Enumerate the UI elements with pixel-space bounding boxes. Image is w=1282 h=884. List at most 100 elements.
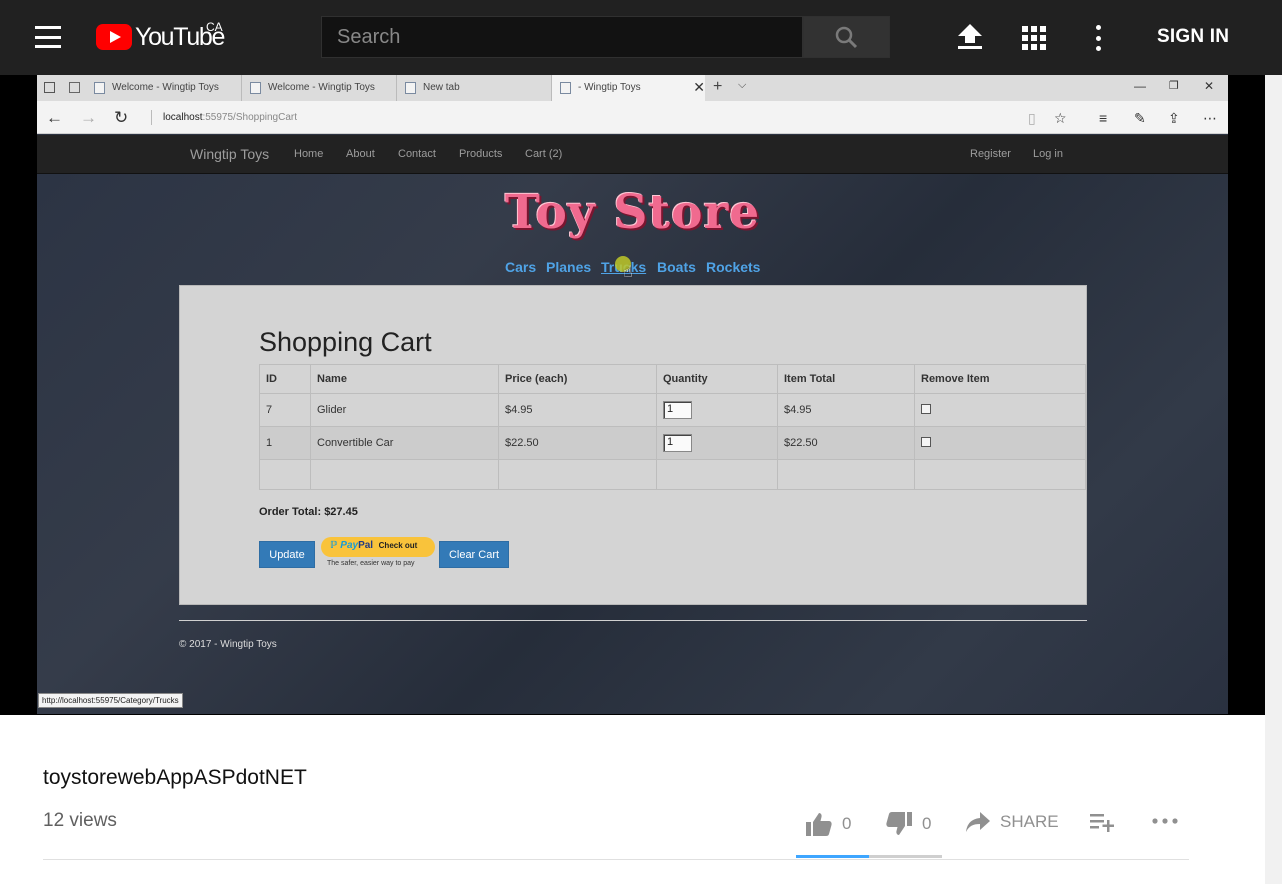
more-horiz-icon[interactable]: ⋯ [1203, 110, 1217, 127]
paypal-brand-pay: Pay [340, 540, 359, 551]
order-total: Order Total: $27.45 [259, 506, 358, 518]
category-cars[interactable]: Cars [505, 259, 536, 275]
thumbs-up-icon [806, 813, 832, 836]
minimize-icon[interactable]: — [1134, 79, 1146, 93]
update-button[interactable]: Update [259, 541, 315, 568]
tab-label: Welcome - Wingtip Toys [112, 82, 219, 93]
category-planes[interactable]: Planes [546, 259, 591, 275]
youtube-logo[interactable]: YouTube CA [96, 20, 225, 52]
browser-tab-2[interactable]: Welcome - Wingtip Toys [242, 75, 397, 101]
new-tab-icon [405, 82, 416, 94]
reading-view-icon[interactable]: ▯ [1028, 110, 1036, 127]
chevron-down-icon[interactable]: ⌵ [738, 79, 746, 92]
back-arrow-icon[interactable]: ← [46, 108, 63, 128]
nav-about[interactable]: About [346, 148, 375, 160]
pen-note-icon[interactable]: ✎ [1134, 110, 1146, 127]
col-remove: Remove Item [914, 364, 1086, 394]
recorded-browser-window: Welcome - Wingtip Toys Welcome - Wingtip… [37, 75, 1228, 714]
page-scrollbar[interactable] [1265, 75, 1282, 884]
address-separator [151, 110, 152, 125]
col-name: Name [310, 364, 499, 394]
page-icon [560, 82, 571, 94]
browser-tab-1[interactable]: Welcome - Wingtip Toys [86, 75, 242, 101]
cell-total: $22.50 [777, 426, 915, 460]
col-item-total: Item Total [777, 364, 915, 394]
browser-tab-4-active[interactable]: - Wingtip Toys ✕ [552, 75, 705, 101]
nav-home[interactable]: Home [294, 148, 323, 160]
nav-contact[interactable]: Contact [398, 148, 436, 160]
close-window-icon[interactable]: ✕ [1204, 79, 1214, 93]
share-arrow-icon [966, 812, 990, 832]
search-input[interactable]: Search [321, 16, 803, 58]
site-navbar: Wingtip Toys Home About Contact Products… [37, 135, 1228, 174]
like-count: 0 [842, 814, 852, 833]
nav-cart[interactable]: Cart (2) [525, 148, 562, 160]
page-title: Shopping Cart [259, 327, 432, 357]
view-count: 12 views [43, 810, 117, 831]
tab-restore-icon[interactable] [69, 82, 80, 93]
sign-in-button[interactable]: SIGN IN [1157, 26, 1229, 48]
refresh-icon[interactable]: ↻ [114, 108, 128, 128]
video-title: toystorewebAppASPdotNET [43, 766, 307, 789]
nav-register[interactable]: Register [970, 148, 1011, 160]
paypal-brand-pal: Pal [358, 540, 374, 551]
clear-cart-button[interactable]: Clear Cart [439, 541, 509, 568]
cell-quantity: 1 [656, 393, 778, 427]
cell-remove [914, 393, 1086, 427]
quantity-input[interactable]: 1 [663, 401, 692, 419]
table-row: 1 Convertible Car $22.50 1 $22.50 [259, 426, 1086, 460]
add-to-playlist-button[interactable] [1090, 812, 1124, 832]
paypal-checkout-button[interactable]: ℙ PayPal Check out [321, 537, 435, 557]
close-tab-icon[interactable]: ✕ [693, 79, 705, 96]
paypal-p-icon: ℙ [330, 540, 341, 551]
col-id: ID [259, 364, 311, 394]
youtube-play-icon [96, 24, 132, 50]
category-rockets[interactable]: Rockets [706, 259, 760, 275]
like-button[interactable]: 0 [806, 812, 851, 836]
tab-label: New tab [423, 82, 460, 93]
cell-price: $22.50 [498, 426, 657, 460]
apps-grid-icon[interactable] [1022, 26, 1046, 50]
hamburger-menu-icon[interactable] [35, 26, 61, 48]
hub-icon[interactable]: ≡ [1099, 110, 1107, 126]
tab-set-aside-icon[interactable] [44, 82, 55, 93]
site-brand[interactable]: Wingtip Toys [190, 146, 269, 162]
new-tab-plus-icon[interactable]: + [713, 78, 722, 96]
more-actions-button[interactable] [1152, 818, 1188, 824]
forward-arrow-icon[interactable]: → [80, 108, 97, 128]
thumbs-down-icon [886, 812, 912, 835]
browser-tab-bar: Welcome - Wingtip Toys Welcome - Wingtip… [37, 75, 1228, 101]
remove-item-checkbox[interactable] [921, 403, 931, 414]
share-icon[interactable]: ⇪ [1168, 110, 1180, 127]
cell-remove [914, 426, 1086, 460]
search-button[interactable] [803, 16, 890, 58]
cell-name: Glider [310, 393, 499, 427]
cell-name: Convertible Car [310, 426, 499, 460]
category-boats[interactable]: Boats [657, 259, 696, 275]
page-icon [250, 82, 261, 94]
favorite-star-icon[interactable]: ☆ [1054, 110, 1067, 127]
dislike-button[interactable]: 0 [886, 812, 931, 836]
dislike-count: 0 [922, 814, 932, 833]
browser-tab-3[interactable]: New tab [397, 75, 552, 101]
quantity-input[interactable]: 1 [663, 434, 692, 452]
tab-label: Welcome - Wingtip Toys [268, 82, 375, 93]
remove-item-checkbox[interactable] [921, 436, 931, 447]
address-url-field[interactable]: localhost:55975/ShoppingCart [163, 112, 297, 123]
share-button[interactable]: SHARE [966, 812, 1059, 832]
country-code: CA [206, 20, 223, 34]
sentiment-bar-dislike [869, 855, 942, 858]
more-horiz-icon [1152, 818, 1178, 824]
upload-icon[interactable] [958, 24, 982, 50]
nav-login[interactable]: Log in [1033, 148, 1063, 160]
more-vert-icon[interactable] [1094, 25, 1102, 51]
nav-products[interactable]: Products [459, 148, 502, 160]
video-player[interactable]: Welcome - Wingtip Toys Welcome - Wingtip… [0, 75, 1265, 715]
paypal-checkout-label: Check out [378, 541, 418, 550]
tab-label: - Wingtip Toys [578, 82, 641, 93]
restore-window-icon[interactable]: ❐ [1169, 79, 1179, 92]
site-footer: © 2017 - Wingtip Toys [179, 639, 277, 650]
cell-price: $4.95 [498, 393, 657, 427]
cell-total: $4.95 [777, 393, 915, 427]
cell-id: 1 [259, 426, 311, 460]
